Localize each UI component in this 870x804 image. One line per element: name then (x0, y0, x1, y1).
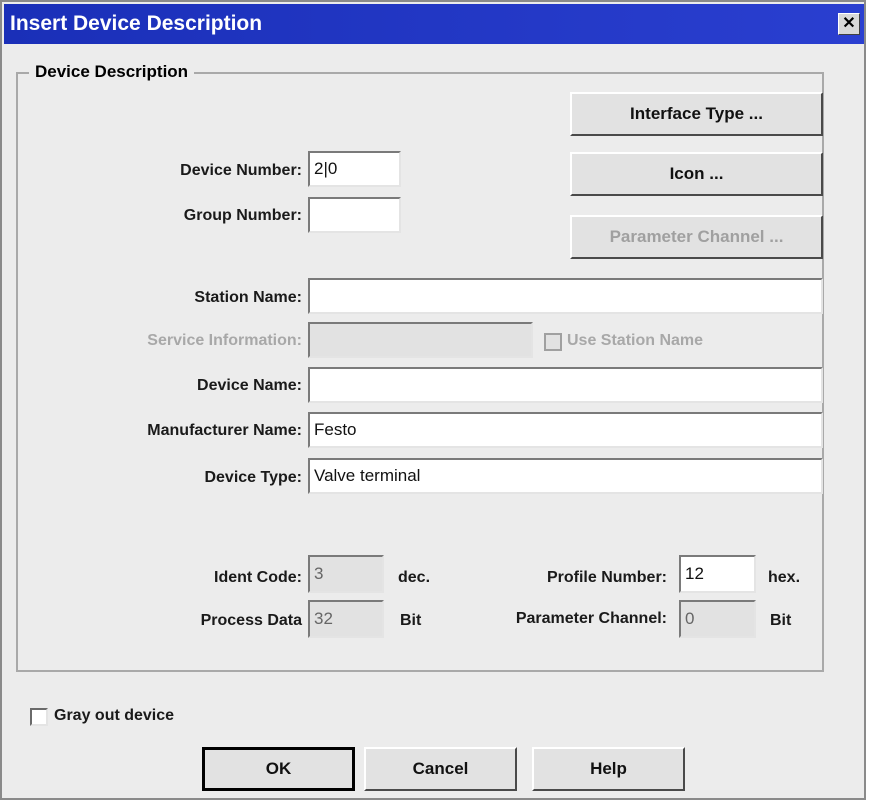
group-label: Device Description (29, 62, 195, 82)
cancel-button[interactable]: Cancel (364, 747, 517, 791)
group-number-input[interactable] (308, 197, 401, 233)
device-number-input[interactable]: 2|0 (308, 151, 401, 187)
service-information-input[interactable] (308, 322, 533, 358)
profile-number-input[interactable]: 12 (679, 555, 756, 593)
device-name-input[interactable] (308, 367, 823, 403)
manufacturer-name-label: Manufacturer Name: (147, 422, 302, 439)
gray-out-device-checkbox[interactable] (30, 708, 48, 726)
parameter-channel-input[interactable]: 0 (679, 600, 756, 638)
use-station-name-label: Use Station Name (567, 332, 704, 349)
ok-button[interactable]: OK (202, 747, 355, 791)
profile-number-label: Profile Number: (546, 569, 667, 586)
device-name-label: Device Name: (197, 377, 302, 394)
station-name-label: Station Name: (194, 289, 302, 306)
group-number-label: Group Number: (183, 207, 302, 224)
ident-code-label: Ident Code: (214, 569, 302, 586)
window-title: Insert Device Description (10, 12, 263, 35)
device-type-label: Device Type: (204, 469, 302, 486)
parameter-channel-button[interactable]: Parameter Channel ... (570, 215, 823, 259)
gray-out-device-label: Gray out device (54, 707, 175, 724)
process-data-unit: Bit (400, 612, 422, 629)
ident-code-input[interactable]: 3 (308, 555, 384, 593)
use-station-name-checkbox[interactable] (544, 333, 562, 351)
profile-number-unit: hex. (768, 569, 801, 586)
icon-button[interactable]: Icon ... (570, 152, 823, 196)
parameter-channel-label: Parameter Channel: (515, 610, 667, 627)
insert-device-description-dialog: Insert Device Description ✕ Device Descr… (0, 0, 866, 800)
station-name-input[interactable] (308, 278, 823, 314)
interface-type-button[interactable]: Interface Type ... (570, 92, 823, 136)
device-number-label: Device Number: (180, 162, 302, 179)
help-button[interactable]: Help (532, 747, 685, 791)
title-bar: Insert Device Description ✕ (4, 4, 864, 44)
device-type-input[interactable]: Valve terminal (308, 458, 823, 494)
ident-code-unit: dec. (398, 569, 431, 586)
close-button[interactable]: ✕ (838, 13, 860, 35)
parameter-channel-unit: Bit (770, 612, 792, 629)
service-information-label: Service Information: (147, 332, 302, 349)
manufacturer-name-input[interactable]: Festo (308, 412, 823, 448)
process-data-label: Process Data (200, 612, 302, 629)
process-data-input[interactable]: 32 (308, 600, 384, 638)
